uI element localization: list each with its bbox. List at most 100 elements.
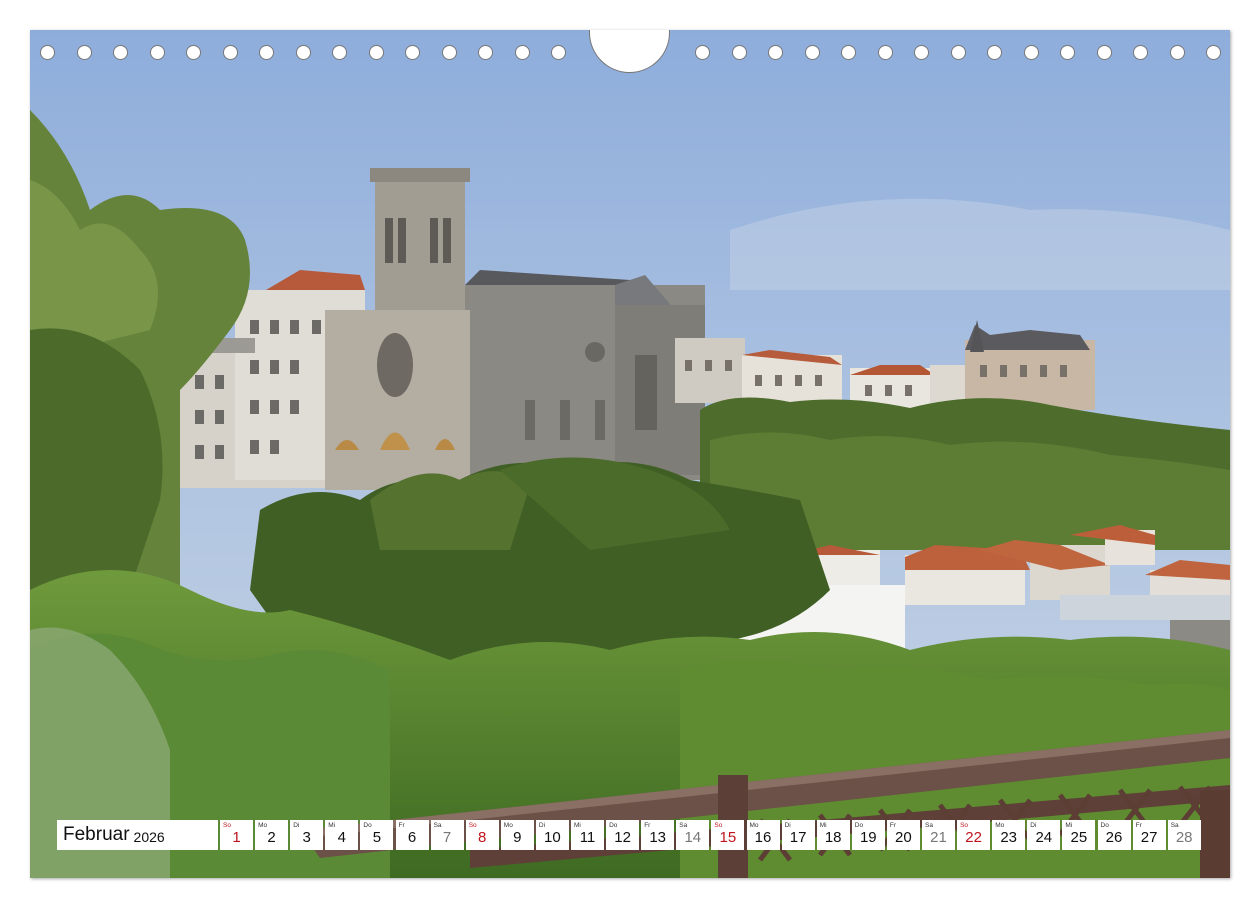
weekday-label: Mo: [749, 822, 759, 829]
day-cell: So 22: [957, 820, 991, 850]
weekday-label: Di: [293, 822, 300, 829]
binding-hole: [987, 45, 1002, 60]
binding-hole: [113, 45, 128, 60]
calendar-hanger-cutout: [589, 30, 670, 73]
day-number: 22: [965, 829, 982, 846]
calendar-page: Februar 2026 So 1 Mo 2 Di 3 Mi 4 Do 5 Fr 6 Sa 7 So 8 Mo 9…: [30, 30, 1230, 878]
day-cell: Fr 6: [395, 820, 429, 850]
weekday-label: Mi: [1065, 822, 1073, 829]
binding-hole: [695, 45, 710, 60]
day-number: 11: [579, 829, 596, 846]
day-number: 4: [337, 829, 346, 846]
day-cell: Fr 27: [1132, 820, 1166, 850]
day-cell: So 15: [711, 820, 745, 850]
weekday-label: Fr: [398, 822, 405, 829]
weekday-label: Do: [854, 822, 864, 829]
weekday-label: Fr: [644, 822, 651, 829]
weekday-label: Di: [538, 822, 546, 829]
day-number: 5: [372, 829, 382, 846]
weekday-label: Sa: [1170, 822, 1179, 829]
binding-hole: [76, 45, 92, 60]
weekday-label: So: [960, 822, 969, 829]
month-name: Februar: [63, 824, 130, 845]
day-cell: Di 17: [781, 820, 815, 850]
day-cell: Di 24: [1027, 820, 1061, 850]
day-cell: So 1: [220, 820, 253, 850]
weekday-label: Do: [1100, 822, 1109, 829]
day-cell: Mo 23: [992, 820, 1026, 850]
binding-hole: [186, 45, 201, 60]
day-number: 25: [1070, 829, 1088, 846]
day-cell: Sa 21: [922, 820, 955, 850]
day-number: 17: [789, 829, 807, 846]
day-number: 20: [895, 829, 912, 846]
day-cell: Do 5: [360, 820, 394, 850]
weekday-label: Mi: [574, 822, 581, 829]
binding-hole: [804, 45, 820, 60]
day-number: 2: [267, 829, 276, 846]
day-number: 27: [1140, 829, 1158, 846]
binding-hole: [40, 45, 55, 60]
binding-hole: [1133, 45, 1148, 60]
day-number: 19: [859, 829, 877, 846]
binding-hole: [222, 45, 238, 60]
binding-holes: [30, 30, 1230, 78]
binding-hole: [1206, 45, 1221, 60]
weekday-label: So: [468, 822, 477, 829]
binding-hole: [914, 45, 929, 60]
weekday-label: Di: [1030, 822, 1037, 829]
day-cell: Fr 13: [641, 820, 675, 850]
day-number: 6: [407, 829, 417, 846]
day-cell: Di 3: [290, 820, 324, 850]
weekday-label: Mo: [258, 822, 268, 829]
binding-hole: [295, 45, 311, 60]
month-year: 2026: [133, 828, 165, 845]
binding-hole: [368, 45, 384, 60]
weekday-label: Do: [609, 822, 618, 829]
binding-hole: [405, 45, 420, 60]
binding-hole: [731, 45, 747, 60]
weekday-label: Mi: [328, 822, 336, 829]
weekday-label: Do: [363, 822, 372, 829]
day-number: 3: [302, 829, 311, 846]
binding-hole: [1060, 45, 1075, 60]
day-cell: Sa 7: [430, 820, 464, 850]
binding-hole: [1096, 45, 1112, 60]
binding-hole: [1023, 45, 1039, 60]
day-number: 24: [1035, 829, 1053, 846]
day-number: 18: [824, 829, 842, 846]
day-number: 7: [442, 829, 452, 846]
day-cell: Sa 28: [1167, 820, 1201, 850]
day-cell: Mo 2: [255, 820, 289, 850]
day-cell: So 8: [465, 820, 499, 850]
day-cell: Sa 14: [676, 820, 710, 850]
day-cell: Mi 4: [325, 820, 359, 850]
day-cell: Do 12: [606, 820, 640, 850]
binding-hole: [1169, 45, 1185, 60]
weekday-label: Sa: [433, 822, 442, 829]
weekday-label: Mo: [995, 822, 1005, 829]
day-number: 23: [1000, 829, 1018, 846]
day-cell: Mi 25: [1062, 820, 1096, 850]
binding-hole: [768, 45, 783, 60]
day-number: 21: [930, 829, 947, 846]
day-number: 12: [614, 829, 631, 846]
weekday-label: So: [223, 822, 231, 829]
weekday-label: So: [714, 822, 723, 829]
day-number: 9: [513, 829, 522, 846]
day-number: 16: [754, 829, 772, 846]
day-cell: Do 19: [851, 820, 885, 850]
day-number: 8: [478, 829, 487, 846]
binding-hole: [841, 45, 856, 60]
day-number: 28: [1175, 829, 1193, 846]
day-number: 15: [719, 829, 737, 846]
binding-hole: [441, 45, 457, 60]
weekday-label: Fr: [889, 822, 897, 829]
day-number: 1: [232, 829, 241, 846]
binding-hole: [332, 45, 347, 60]
day-cell: Mo 16: [746, 820, 780, 850]
weekday-label: Sa: [679, 822, 688, 829]
binding-hole: [551, 45, 566, 60]
day-cell: Mo 9: [500, 820, 534, 850]
weekday-label: Mi: [819, 822, 827, 829]
